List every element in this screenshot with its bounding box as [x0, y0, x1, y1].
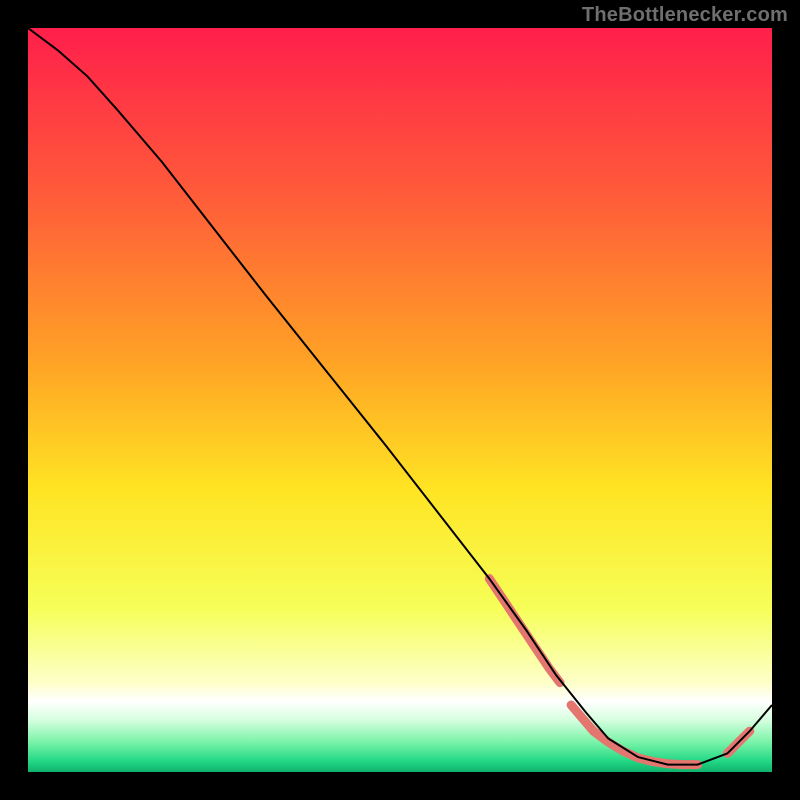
watermark-text: TheBottlenecker.com	[582, 4, 788, 27]
gradient-background	[28, 28, 772, 772]
chart-svg	[28, 28, 772, 772]
plot-area	[28, 28, 772, 772]
chart-stage: TheBottlenecker.com	[0, 0, 800, 800]
